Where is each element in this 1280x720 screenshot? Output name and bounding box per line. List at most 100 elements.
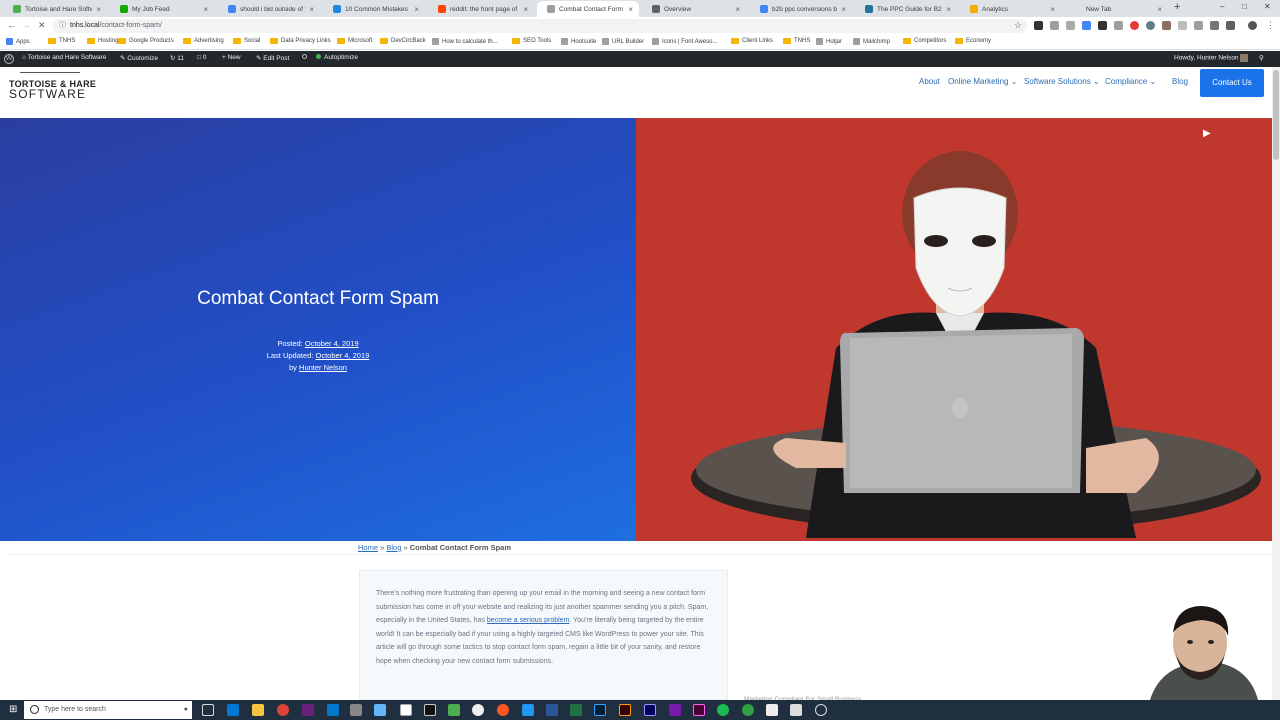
taskbar-search-input[interactable]: Type here to search ● [24,701,192,719]
admin-site-name[interactable]: ⌂ Tortoise and Hare Software [22,54,106,61]
scrollbar-thumb[interactable] [1273,70,1279,160]
settings-icon[interactable] [815,704,827,716]
extension-icon[interactable] [1082,21,1091,30]
close-tab-icon[interactable]: × [414,5,419,14]
visual-studio-icon[interactable] [302,704,314,716]
close-tab-icon[interactable]: × [628,5,633,14]
author-link[interactable]: Hunter Nelson [299,363,347,372]
browser-tab[interactable]: Overview × [642,1,746,17]
app-icon[interactable] [448,704,460,716]
extension-icon[interactable] [1178,21,1187,30]
after-effects-icon[interactable] [644,704,656,716]
task-view-icon[interactable] [202,704,214,716]
close-tab-icon[interactable]: × [735,5,740,14]
maximize-icon[interactable]: □ [1242,2,1247,11]
bookmark-item[interactable]: Economy [955,38,991,44]
browser-tab[interactable]: b2b ppc conversions by de× [750,1,852,17]
bookmark-item[interactable]: Mailchimp [853,38,890,45]
bookmark-item[interactable]: Competitors [903,38,946,44]
close-tab-icon[interactable]: × [1157,5,1162,14]
bookmark-item[interactable]: Hootsuite [561,38,596,45]
photoshop-icon[interactable] [594,704,606,716]
file-explorer-icon[interactable] [252,704,264,716]
admin-autoptimize[interactable]: Autoptimize [316,54,358,61]
back-arrow-icon[interactable]: ← [7,20,16,30]
terminal-icon[interactable] [424,704,436,716]
extension-icon[interactable] [1066,21,1075,30]
nav-blog[interactable]: Blog [1172,77,1188,86]
breadcrumb-blog[interactable]: Blog [386,543,401,552]
word-icon[interactable] [546,704,558,716]
browser-tab[interactable]: The PPC Guide for B2B Prof × [855,1,957,17]
bookmark-item[interactable]: Data Privacy Links [270,38,331,44]
stop-loading-icon[interactable]: ✕ [38,20,46,31]
calculator-icon[interactable] [790,704,802,716]
microphone-icon[interactable]: ● [184,701,188,719]
browser-tab[interactable]: Tortoise and Hare Software× [3,1,107,17]
bookmark-item[interactable]: Hosting [87,38,118,44]
spotify-icon[interactable] [717,704,729,716]
forward-arrow-icon[interactable]: → [22,20,31,30]
admin-updates[interactable]: ↻ 11 [170,54,184,62]
minimize-icon[interactable]: – [1220,2,1224,11]
browser-tab[interactable]: 10 Common Mistakes In B2 × [323,1,425,17]
nav-software-solutions[interactable]: Software Solutions ⌄ [1024,77,1100,86]
nav-compliance[interactable]: Compliance ⌄ [1105,77,1156,86]
bookmark-item[interactable]: Hotjar [816,38,842,45]
browser-tab[interactable]: reddit: the front page of the × [428,1,534,17]
extension-icon[interactable] [1114,21,1123,30]
xd-icon[interactable] [693,704,705,716]
illustrator-icon[interactable] [619,704,631,716]
bookmark-item[interactable]: Apps [6,38,30,45]
app-icon[interactable] [522,704,534,716]
browser-tab[interactable]: Analytics × [960,1,1061,17]
vscode-icon[interactable] [327,704,339,716]
bookmark-item[interactable]: TNHS [48,38,75,44]
close-tab-icon[interactable]: × [96,5,101,14]
close-tab-icon[interactable]: × [203,5,208,14]
bookmark-item[interactable]: Microsoft [337,38,372,44]
extension-icon[interactable] [1130,21,1139,30]
close-tab-icon[interactable]: × [309,5,314,14]
admin-search-icon[interactable]: ⚲ [1259,54,1264,62]
extension-icon[interactable] [1210,21,1219,30]
outlook-icon[interactable] [227,704,239,716]
app-icon[interactable] [472,704,484,716]
close-tab-icon[interactable]: × [946,5,951,14]
new-tab-button[interactable]: + [1174,1,1180,13]
profile-avatar-icon[interactable] [1248,21,1257,30]
close-tab-icon[interactable]: × [841,5,846,14]
windows-start-icon[interactable]: ⊞ [9,705,17,715]
browser-tab[interactable]: New Tab × [1064,1,1168,17]
posted-date-link[interactable]: October 4, 2019 [305,339,359,348]
bookmark-item[interactable]: Advertising [183,38,224,44]
close-tab-icon[interactable]: × [523,5,528,14]
app-icon[interactable] [497,704,509,716]
admin-howdy[interactable]: Howdy, Hunter Nelson [1174,54,1249,62]
admin-customize[interactable]: ✎ Customize [120,54,158,62]
extension-icon[interactable] [1050,21,1059,30]
extension-icon[interactable] [1162,21,1171,30]
bookmark-item[interactable]: URL Builder [602,38,644,45]
logo-line-2[interactable]: SOFTWARE [9,87,86,101]
chrome-menu-icon[interactable]: ⋮ [1266,20,1275,31]
close-tab-icon[interactable]: × [1050,5,1055,14]
browser-tab[interactable]: Combat Contact Form Spa × [537,1,639,17]
extension-icon[interactable] [1226,21,1235,30]
close-window-icon[interactable]: ✕ [1264,2,1271,11]
git-icon[interactable] [350,704,362,716]
browser-tab[interactable]: should i bid outside of worl × [218,1,320,17]
updated-date-link[interactable]: October 4, 2019 [316,351,370,360]
extension-icon[interactable] [1034,21,1043,30]
bookmark-item[interactable]: Google Products [118,38,174,44]
text-editor-icon[interactable] [400,704,412,716]
media-icon[interactable] [766,704,778,716]
notes-icon[interactable] [374,704,386,716]
admin-edit-post[interactable]: ✎ Edit Post [256,54,289,62]
extension-icon[interactable] [1098,21,1107,30]
bookmark-item[interactable]: TNHS [783,38,810,44]
chrome-icon[interactable] [277,704,289,716]
bookmark-item[interactable]: SEO Tools [512,38,551,44]
bookmark-item[interactable]: Icons | Font Aweso... [652,38,717,45]
nav-online-marketing[interactable]: Online Marketing ⌄ [948,77,1017,86]
